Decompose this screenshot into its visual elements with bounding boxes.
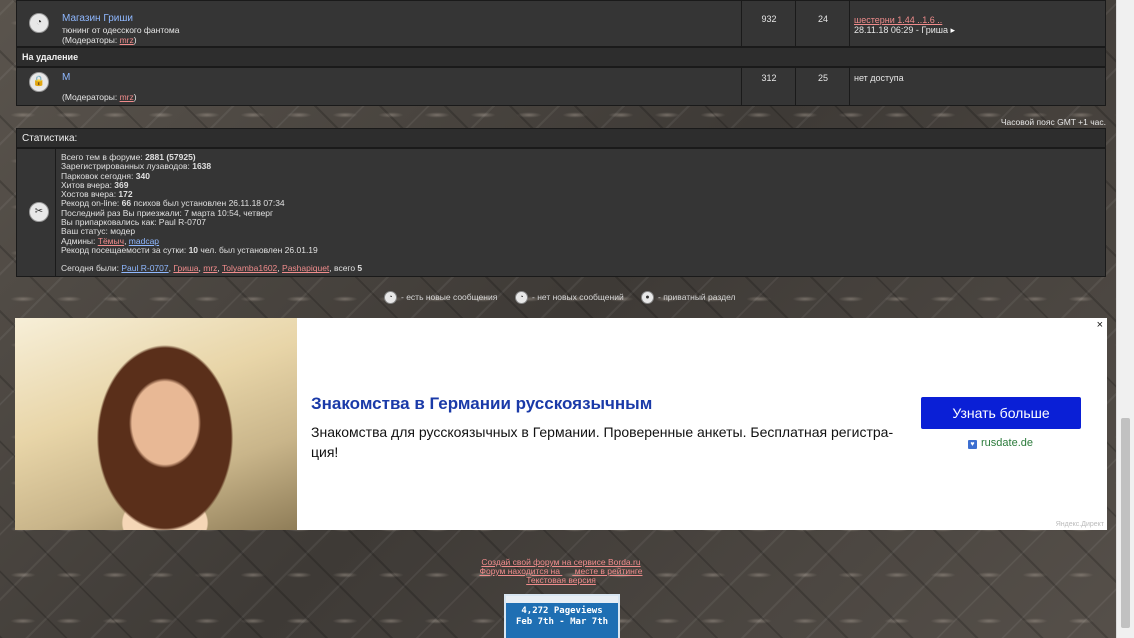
page-scrollbar[interactable] (1116, 0, 1134, 638)
forum-title-link[interactable]: М (62, 72, 70, 83)
ad-photo[interactable] (15, 318, 297, 530)
stat-today-visitors: Сегодня были: Paul R-0707, Гриша, mrz, T… (61, 263, 363, 274)
user-link[interactable]: Гриша (173, 263, 198, 273)
pageviews-count: 4,272 Pageviews (521, 606, 603, 616)
footer-links: Создай свой форум на сервисе Borda.ru Фо… (0, 558, 1122, 585)
forum-moderators: (Модераторы: mrz) (62, 35, 137, 45)
forum-row-magazin: ◔ Магазин Гриши тюнинг от одесского фант… (16, 0, 1106, 47)
scroll-thumb[interactable] (1121, 418, 1130, 628)
forum-no-new-icon: ◔ (29, 13, 49, 33)
user-link[interactable]: Tolyamba1602 (222, 263, 277, 273)
forum-description: тюнинг от одесского фантома (62, 25, 180, 35)
topics-count: 312 (761, 73, 777, 83)
close-icon[interactable]: × (1097, 319, 1103, 331)
topics-count: 932 (761, 14, 777, 24)
stats-header: Статистика: (16, 128, 1106, 148)
legend-private: ● - приватный раздел (641, 291, 735, 304)
ad-text[interactable]: Знакомства для русскоязычных в Германии.… (311, 422, 911, 462)
posts-count: 24 (817, 14, 828, 24)
heart-icon: ♥ (968, 440, 977, 449)
forum-moderators: (Модераторы: mrz) (62, 92, 137, 102)
user-link[interactable]: Pashapiquet (282, 263, 329, 273)
forum-row-m: 🔒 М (Модераторы: mrz) 312 25 нет доступа (16, 67, 1106, 106)
stat-record-day: Рекорд посещаемости за сутки: 10 чел. бы… (61, 244, 318, 255)
ad-label[interactable]: Яндекс.Директ (1056, 521, 1104, 528)
legend-no-new: ◔ - нет новых сообщений (515, 291, 624, 304)
goto-post-icon[interactable]: ▸ (951, 25, 956, 35)
moderator-link[interactable]: mrz (120, 92, 134, 102)
legend-new: ◔ - есть новые сообщения (384, 291, 497, 304)
last-post-link[interactable]: шестерни 1.44 ..1.6 .. (854, 15, 1107, 25)
last-post-status: нет доступа (854, 73, 904, 83)
ad-banner[interactable]: Знакомства в Германии русскоязычным Знак… (15, 318, 1107, 530)
section-header-deleted: На удаление (16, 47, 1106, 67)
pageviews-counter[interactable]: 4,272 Pageviews Feb 7th - Mar 7th (504, 594, 620, 638)
forum-title-link[interactable]: Магазин Гриши (62, 13, 133, 24)
ad-learn-more-button[interactable]: Узнать больше (921, 397, 1081, 429)
private-forum-icon: 🔒 (29, 72, 49, 92)
no-new-messages-icon: ◔ (515, 291, 528, 304)
moderator-link[interactable]: mrz (120, 35, 134, 45)
stats-icon: ✂ (29, 202, 49, 222)
ad-title[interactable]: Знакомства в Германии русскоязычным (311, 394, 652, 414)
posts-count: 25 (817, 73, 828, 83)
stats-block: ✂ Всего тем в форуме: 2881 (57925) Зарег… (16, 148, 1106, 277)
user-link[interactable]: mrz (203, 263, 217, 273)
pageviews-range: Feb 7th - Mar 7th (515, 617, 609, 627)
last-post-meta: 28.11.18 06:29 - Гриша ▸ (854, 25, 956, 35)
timezone-note: Часовой пояс GMT +1 час. (1000, 117, 1106, 127)
user-link[interactable]: Paul R-0707 (121, 263, 168, 273)
text-version-link[interactable]: Текстовая версия (526, 575, 596, 585)
ad-domain[interactable]: rusdate.de (981, 437, 1033, 449)
new-messages-icon: ◔ (384, 291, 397, 304)
lock-icon: ● (641, 291, 654, 304)
